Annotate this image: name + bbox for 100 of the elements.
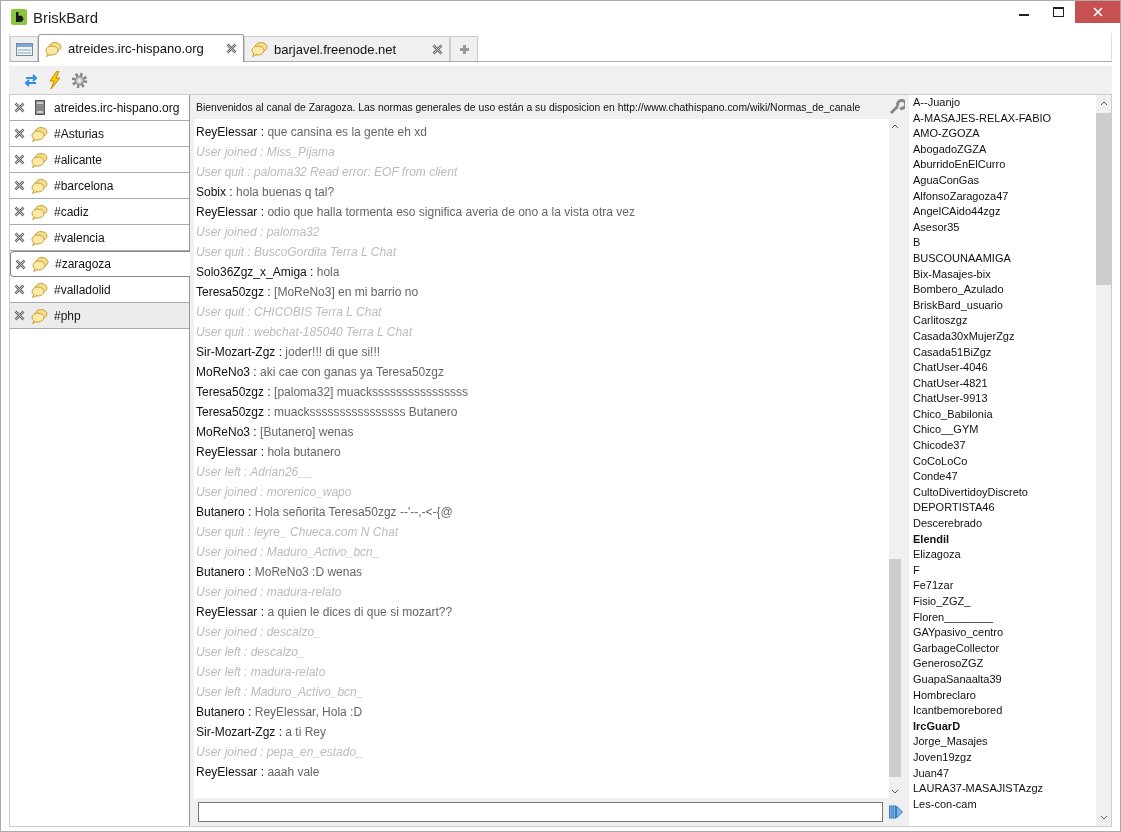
user-list-item[interactable]: ChatUser-4046 xyxy=(913,360,1096,376)
channel-item[interactable]: #php xyxy=(10,303,189,329)
user-list-item[interactable]: A-MASAJES-RELAX-FABIO xyxy=(913,110,1096,127)
nickname: Solo36Zgz_x_Amiga : xyxy=(196,265,314,279)
channel-item[interactable]: #Asturias xyxy=(10,121,189,147)
close-icon xyxy=(1092,7,1103,17)
scroll-down-icon[interactable] xyxy=(891,789,899,795)
event-message: User left : Adrian26__ xyxy=(196,465,312,479)
user-list-item[interactable]: Bombero_Azulado xyxy=(913,282,1096,298)
user-list-item[interactable]: BUSCOUNAAMIGA xyxy=(913,250,1096,267)
scrollbar-thumb[interactable] xyxy=(1096,113,1111,285)
close-icon[interactable] xyxy=(14,102,25,113)
nickname: ReyElessar : xyxy=(196,765,265,779)
send-icon[interactable] xyxy=(889,805,903,819)
nickname: ReyElessar : xyxy=(196,605,265,619)
channel-item[interactable]: #cadiz xyxy=(10,199,189,225)
user-list-item[interactable]: AguaConGas xyxy=(913,172,1096,189)
settings-button[interactable] xyxy=(71,71,88,89)
channel-item[interactable]: #barcelona xyxy=(10,173,189,199)
user-list-item[interactable]: AbogadoZGZA xyxy=(913,141,1096,158)
event-message: User joined : paloma32 xyxy=(196,225,320,239)
user-list-item[interactable]: Joven19zgz xyxy=(913,749,1096,766)
wrench-icon[interactable] xyxy=(889,99,905,115)
close-icon[interactable] xyxy=(15,258,26,270)
user-list-item[interactable]: Juan47 xyxy=(913,765,1096,782)
close-icon[interactable] xyxy=(14,232,25,243)
scroll-up-icon[interactable] xyxy=(891,123,899,129)
close-icon[interactable] xyxy=(14,180,25,191)
user-list-item[interactable]: AlfonsoZaragoza47 xyxy=(913,188,1096,205)
scroll-down-icon[interactable] xyxy=(1099,815,1108,821)
tab-list-button[interactable] xyxy=(10,36,38,61)
user-list-item[interactable]: AburridoEnElCurro xyxy=(913,157,1096,173)
user-list-item[interactable]: Bix-Masajes-bix xyxy=(913,266,1096,283)
user-list-item[interactable]: CoCoLoCo xyxy=(913,453,1096,470)
close-icon[interactable] xyxy=(14,128,25,139)
user-list-item[interactable]: Casada30xMujerZgz xyxy=(913,328,1096,345)
user-list-item[interactable]: ChatUser-4821 xyxy=(913,375,1096,392)
user-list-item[interactable]: Chico_Babilonia xyxy=(913,406,1096,423)
user-list-item[interactable]: CultoDivertidoyDiscreto xyxy=(913,484,1096,501)
chat-message: MoReNo3 :D wenas xyxy=(254,565,363,579)
user-list-item[interactable]: Elizagoza xyxy=(913,547,1096,563)
close-icon[interactable] xyxy=(226,43,237,54)
user-list-item[interactable]: GAYpasivo_centro xyxy=(913,625,1096,641)
close-icon[interactable] xyxy=(14,154,25,165)
speech-bubbles-icon xyxy=(31,177,48,194)
user-list-item[interactable]: Jorge_Masajes xyxy=(913,734,1096,750)
speech-bubbles-icon xyxy=(31,229,48,246)
user-list-item[interactable]: Les-con-cam xyxy=(913,796,1096,813)
user-list-item[interactable]: Hombreclaro xyxy=(913,687,1096,704)
settings-icon xyxy=(71,71,88,89)
scrollbar-thumb[interactable] xyxy=(889,559,901,777)
user-list-item[interactable]: Fisio_ZGZ_ xyxy=(913,594,1096,610)
scroll-up-icon[interactable] xyxy=(1099,100,1108,106)
user-list-item[interactable]: Conde47 xyxy=(913,469,1096,485)
user-list-item[interactable]: AngelCAido44zgz xyxy=(913,204,1096,220)
tab[interactable]: barjavel.freenode.net xyxy=(244,36,450,61)
user-list-item[interactable]: A--Juanjo xyxy=(913,95,1096,111)
nickname: Teresa50zgz : xyxy=(196,385,271,399)
close-icon[interactable] xyxy=(14,206,25,217)
user-list-item[interactable]: Elendil xyxy=(913,531,1096,548)
user-list-item[interactable]: Descerebrado xyxy=(913,516,1096,532)
user-list-item[interactable]: BriskBard_usuario xyxy=(913,297,1096,314)
reconnect-button[interactable] xyxy=(23,73,39,87)
user-list-item[interactable]: Fe71zar xyxy=(913,578,1096,594)
event-message: User left : madura-relato xyxy=(196,665,326,679)
event-message: User left : Maduro_Activo_bcn_ xyxy=(196,685,364,699)
user-list-item[interactable]: Chicode37 xyxy=(913,438,1096,454)
user-list-item[interactable]: Carlitoszgz xyxy=(913,313,1096,329)
user-list-item[interactable]: GarbageCollector xyxy=(913,640,1096,657)
scrollbar[interactable] xyxy=(1096,95,1111,826)
message-input-field[interactable] xyxy=(198,802,883,822)
user-list-item[interactable]: ChatUser-9913 xyxy=(913,391,1096,407)
nickname: ReyElessar : xyxy=(196,125,265,139)
close-icon[interactable] xyxy=(14,284,25,295)
server-item[interactable]: atreides.irc-hispano.org xyxy=(10,95,189,121)
user-list-item[interactable]: AMO-ZGOZA xyxy=(913,126,1096,142)
chat-message: a ti Rey xyxy=(285,725,327,739)
user-list-item[interactable]: GenerosoZGZ xyxy=(913,656,1096,672)
user-list-item[interactable]: LAURA37-MASAJISTAzgz xyxy=(913,781,1096,797)
close-icon[interactable] xyxy=(14,310,25,321)
connect-button[interactable] xyxy=(48,71,62,89)
channel-item[interactable]: #zaragoza xyxy=(10,251,190,277)
chat-message: hola xyxy=(316,265,340,279)
tab[interactable]: atreides.irc-hispano.org xyxy=(38,34,244,62)
minimize-icon xyxy=(1019,14,1029,16)
user-list-item[interactable]: F xyxy=(913,562,1096,579)
speech-bubbles-icon xyxy=(31,203,48,220)
user-list-item[interactable]: IrcGuarD xyxy=(913,718,1096,735)
user-list-item[interactable]: Asesor35 xyxy=(913,219,1096,236)
user-list-item[interactable]: Chico__GYM xyxy=(913,422,1096,439)
user-list-item[interactable]: Casada51BiZgz xyxy=(913,344,1096,361)
close-icon[interactable] xyxy=(432,43,443,55)
user-list-item[interactable]: B xyxy=(913,235,1096,251)
speech-bubbles-icon xyxy=(31,281,48,298)
user-list-item[interactable]: GuapaSanaalta39 xyxy=(913,671,1096,688)
user-list-item[interactable]: Floren________ xyxy=(913,609,1096,626)
user-list-item[interactable]: Icantbemorebored xyxy=(913,703,1096,719)
channel-item[interactable]: #alicante xyxy=(10,147,189,173)
event-message: User joined : madura-relato xyxy=(196,585,342,599)
user-list-item[interactable]: DEPORTISTA46 xyxy=(913,500,1096,517)
